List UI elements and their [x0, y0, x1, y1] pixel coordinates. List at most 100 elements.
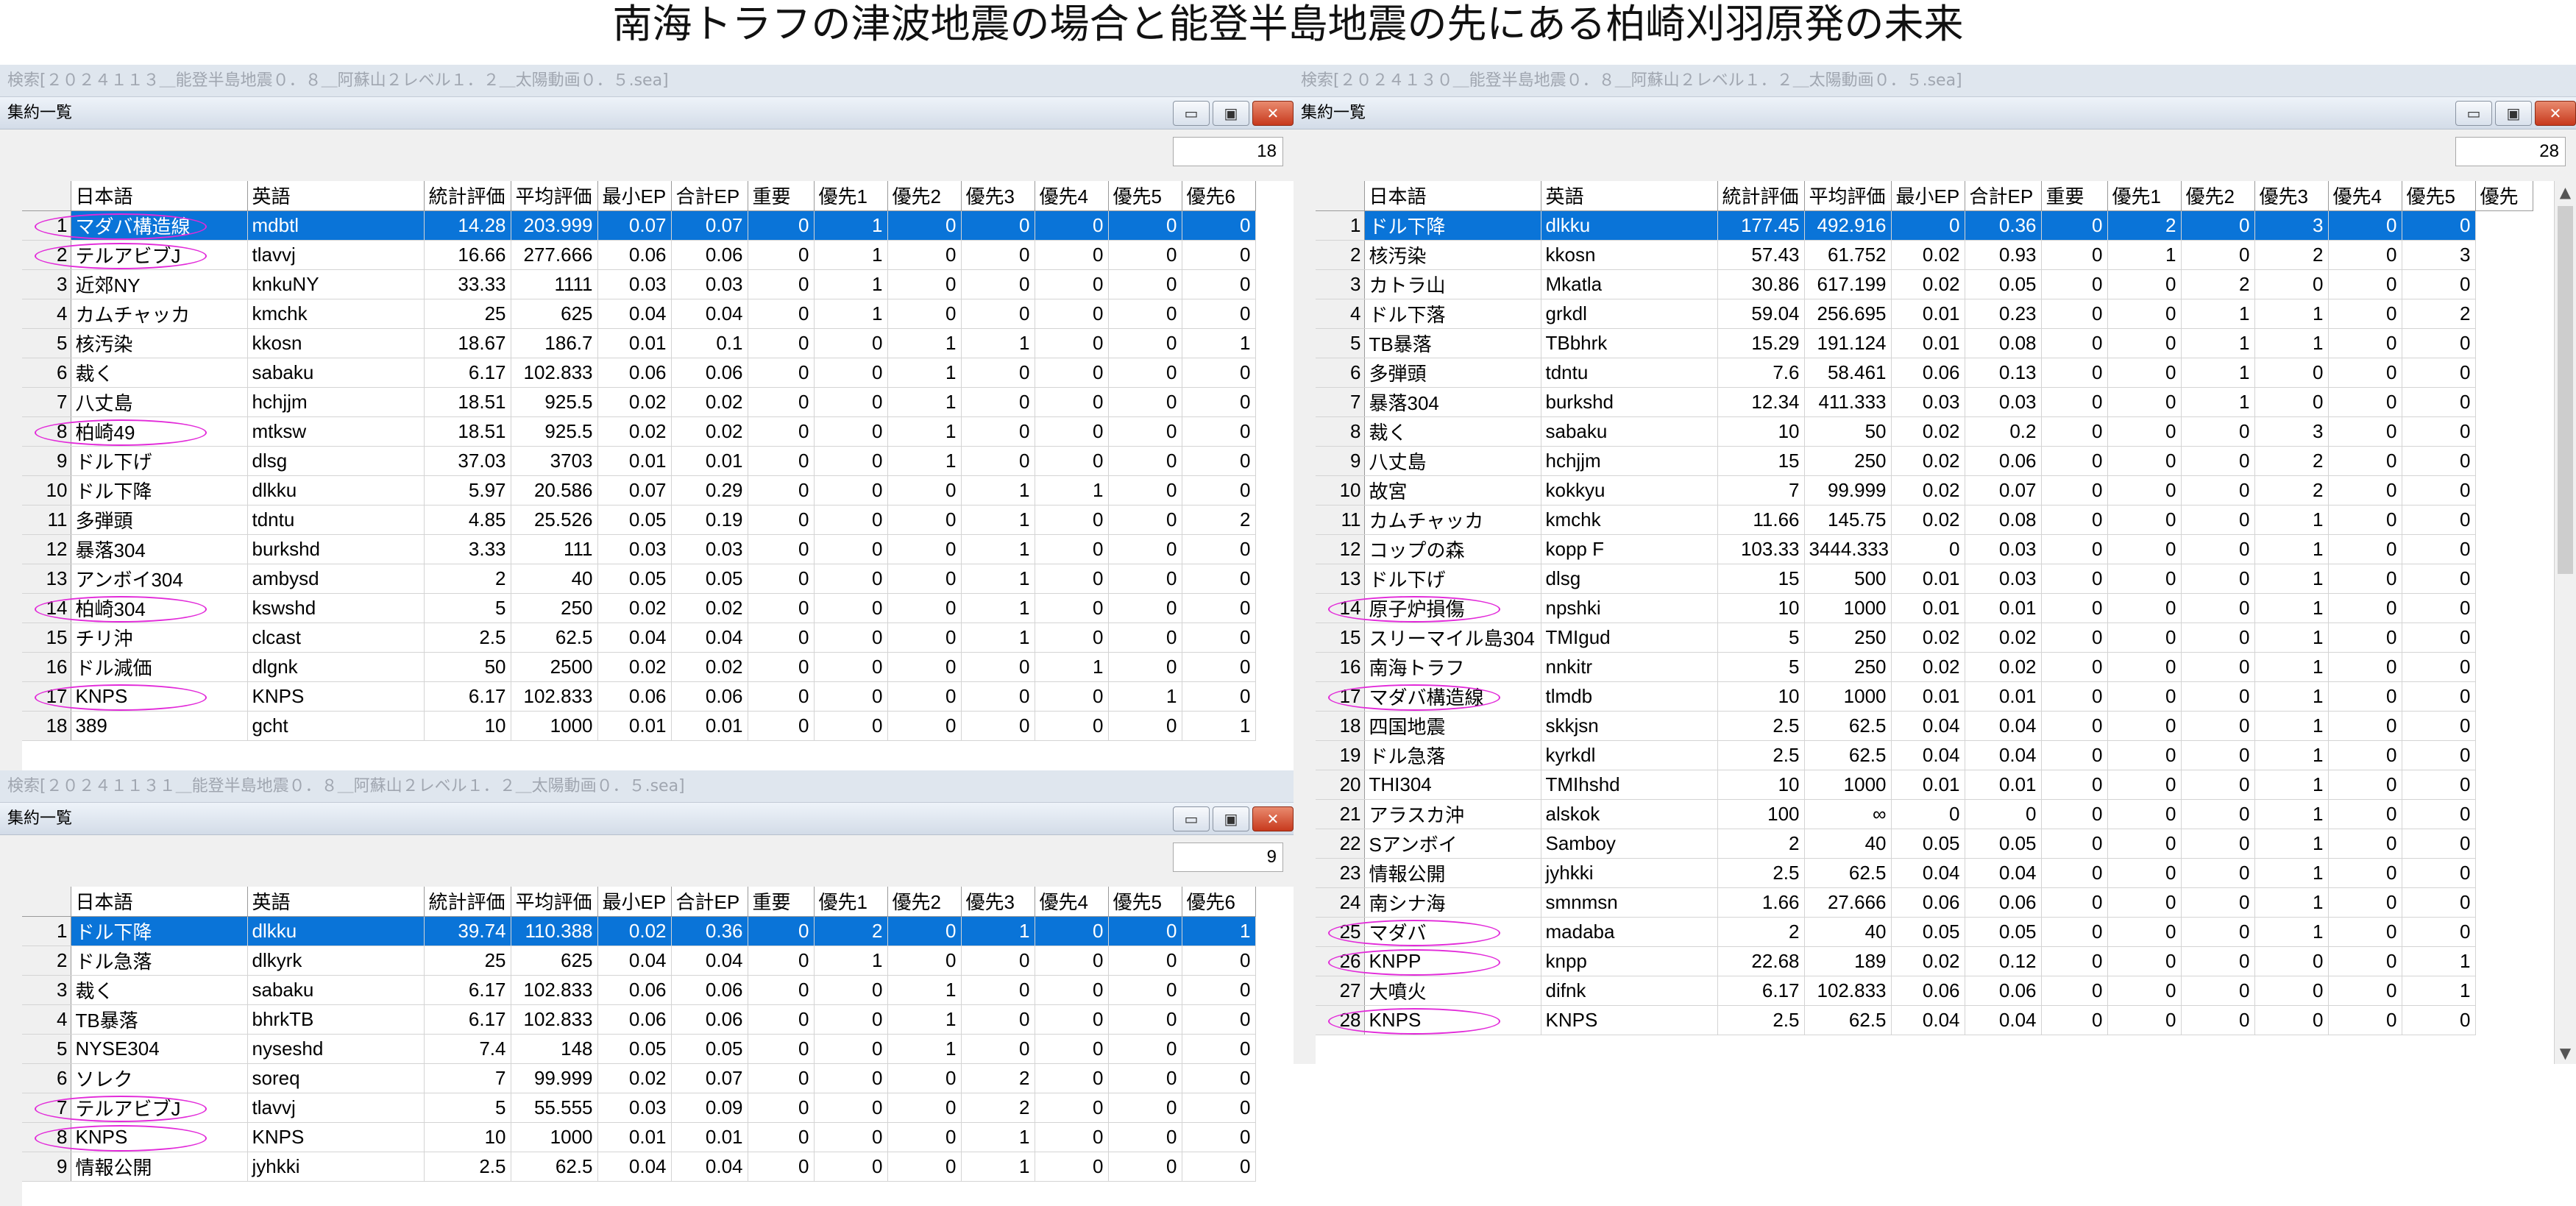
cell-value[interactable]: 0.06 [1891, 887, 1965, 918]
cell-value[interactable]: 0 [814, 358, 888, 388]
cell-value[interactable]: 59.04 [1717, 299, 1805, 329]
table-row[interactable]: 6 多弾頭 tdntu 7.6 58.461 0.06 0.13 0 0 1 0 0 0 [1316, 358, 2533, 388]
cell-value[interactable]: 0 [748, 299, 815, 329]
cell-value[interactable]: 0 [2254, 976, 2329, 1006]
cell-japanese[interactable]: アラスカ沖 [1364, 799, 1541, 829]
cell-value[interactable]: 0 [1035, 416, 1109, 447]
cell-value[interactable]: 0.07 [597, 210, 672, 241]
cell-value[interactable]: 0.02 [597, 1063, 672, 1093]
cell-value[interactable]: 0.08 [1965, 505, 2042, 535]
cell-value[interactable]: 0.04 [1965, 858, 2042, 888]
cell-japanese[interactable]: 南海トラフ [1364, 652, 1541, 682]
cell-value[interactable]: 0 [2328, 210, 2402, 241]
cell-value[interactable]: 0.01 [597, 711, 672, 741]
cell-english[interactable]: jyhkki [1541, 858, 1718, 888]
cell-english[interactable]: tlmdb [1541, 681, 1718, 712]
cell-value[interactable]: 0.04 [1965, 1005, 2042, 1035]
cell-value[interactable]: 0 [2041, 564, 2108, 594]
cell-value[interactable]: 0 [961, 946, 1035, 976]
cell-value[interactable]: 0.03 [597, 269, 672, 299]
cell-value[interactable]: 0 [2181, 564, 2255, 594]
table-row[interactable]: 28 KNPS KNPS 2.5 62.5 0.04 0.04 0 0 0 0 0 0 [1316, 1005, 2533, 1035]
cell-value[interactable]: 0 [2328, 240, 2402, 270]
cell-english[interactable]: kmchk [1541, 505, 1718, 535]
cell-japanese[interactable]: カムチャッカ [71, 299, 248, 329]
cell-value[interactable]: 0 [961, 240, 1035, 270]
cell-value[interactable]: 2 [961, 1093, 1035, 1123]
cell-value[interactable]: 0.02 [1891, 622, 1965, 653]
cell-value[interactable]: 0 [2402, 858, 2476, 888]
cell-value[interactable]: 925.5 [511, 416, 598, 447]
column-header[interactable]: 優先4 [2328, 181, 2402, 211]
cell-value[interactable]: 0 [2107, 505, 2182, 535]
cell-value[interactable]: 0 [2328, 770, 2402, 800]
cell-value[interactable]: 1 [961, 328, 1035, 358]
cell-value[interactable]: 0 [2402, 269, 2476, 299]
cell-value[interactable]: 0 [2328, 328, 2402, 358]
cell-value[interactable]: 0.93 [1965, 240, 2042, 270]
cell-value[interactable]: 110.388 [511, 916, 598, 946]
cell-english[interactable]: Mkatla [1541, 269, 1718, 299]
cell-japanese[interactable]: ドル急落 [71, 946, 248, 976]
cell-value[interactable]: 925.5 [511, 387, 598, 417]
cell-english[interactable]: TMIhshd [1541, 770, 1718, 800]
cell-english[interactable]: kswshd [247, 593, 425, 623]
row-number[interactable]: 4 [22, 299, 71, 329]
row-number[interactable]: 7 [22, 1093, 71, 1123]
cell-value[interactable]: 0 [2041, 652, 2108, 682]
cell-value[interactable]: 0 [2041, 829, 2108, 859]
cell-english[interactable]: burkshd [247, 534, 425, 564]
cell-value[interactable]: 1000 [1804, 593, 1892, 623]
cell-japanese[interactable]: 多弾頭 [71, 505, 248, 535]
cell-value[interactable]: 0 [1182, 299, 1256, 329]
cell-value[interactable]: 0 [2041, 210, 2108, 241]
table-row[interactable]: 17 マダバ構造線 tlmdb 10 1000 0.01 0.01 0 0 0 1 0 0 [1316, 681, 2533, 712]
cell-value[interactable]: 0 [1035, 534, 1109, 564]
cell-japanese[interactable]: 暴落304 [71, 534, 248, 564]
cell-value[interactable]: 0.06 [671, 975, 748, 1005]
record-count-field[interactable]: 28 [2455, 137, 2566, 166]
cell-value[interactable]: 0 [814, 681, 888, 712]
cell-value[interactable]: 0 [814, 975, 888, 1005]
cell-value[interactable]: 0.04 [1965, 711, 2042, 741]
cell-value[interactable]: 0 [1182, 446, 1256, 476]
cell-value[interactable]: 1 [887, 1034, 962, 1064]
cell-value[interactable]: 0 [2402, 534, 2476, 564]
cell-value[interactable]: 0 [1182, 681, 1256, 712]
row-number[interactable]: 15 [1316, 622, 1365, 653]
cell-value[interactable]: 0 [748, 240, 815, 270]
cell-value[interactable]: 0 [1108, 358, 1182, 388]
cell-value[interactable]: 0 [1108, 652, 1182, 682]
cell-value[interactable]: 0.03 [671, 269, 748, 299]
row-number[interactable]: 14 [1316, 593, 1365, 623]
cell-value[interactable]: 0 [2181, 593, 2255, 623]
cell-value[interactable]: 0.04 [597, 299, 672, 329]
cell-value[interactable]: 0 [748, 1063, 815, 1093]
cell-value[interactable]: 0 [2402, 210, 2476, 241]
cell-japanese[interactable]: ドル下げ [1364, 564, 1541, 594]
cell-value[interactable]: 18.51 [424, 387, 511, 417]
cell-value[interactable]: 0 [1182, 593, 1256, 623]
cell-value[interactable]: 0 [2254, 358, 2329, 388]
cell-value[interactable]: 0 [2107, 652, 2182, 682]
cell-japanese[interactable]: KNPP [1327, 946, 1541, 976]
cell-value[interactable]: 0 [2107, 770, 2182, 800]
cell-japanese[interactable]: マダバ構造線 [1327, 681, 1541, 712]
cell-value[interactable]: 0 [2107, 799, 2182, 829]
cell-value[interactable]: 0 [887, 946, 962, 976]
cell-value[interactable]: 0.29 [671, 475, 748, 506]
cell-value[interactable]: 0.03 [597, 1093, 672, 1123]
cell-value[interactable]: 0 [961, 446, 1035, 476]
cell-value[interactable]: 0 [748, 328, 815, 358]
cell-value[interactable]: 1 [2402, 946, 2476, 976]
cell-value[interactable]: 1 [2254, 740, 2329, 770]
cell-value[interactable]: 0 [2041, 299, 2108, 329]
table-row[interactable]: 2 ドル急落 dlkyrk 25 625 0.04 0.04 0 1 0 0 0 0 0 [22, 946, 1256, 976]
cell-value[interactable]: 0.12 [1965, 946, 2042, 976]
cell-value[interactable]: 62.5 [1804, 740, 1892, 770]
cell-value[interactable]: 2.5 [1717, 858, 1805, 888]
column-header[interactable]: 優先6 [1182, 887, 1256, 917]
cell-value[interactable]: 0 [1891, 210, 1965, 241]
cell-value[interactable]: 0 [1035, 1063, 1109, 1093]
cell-value[interactable]: 100 [1717, 799, 1805, 829]
